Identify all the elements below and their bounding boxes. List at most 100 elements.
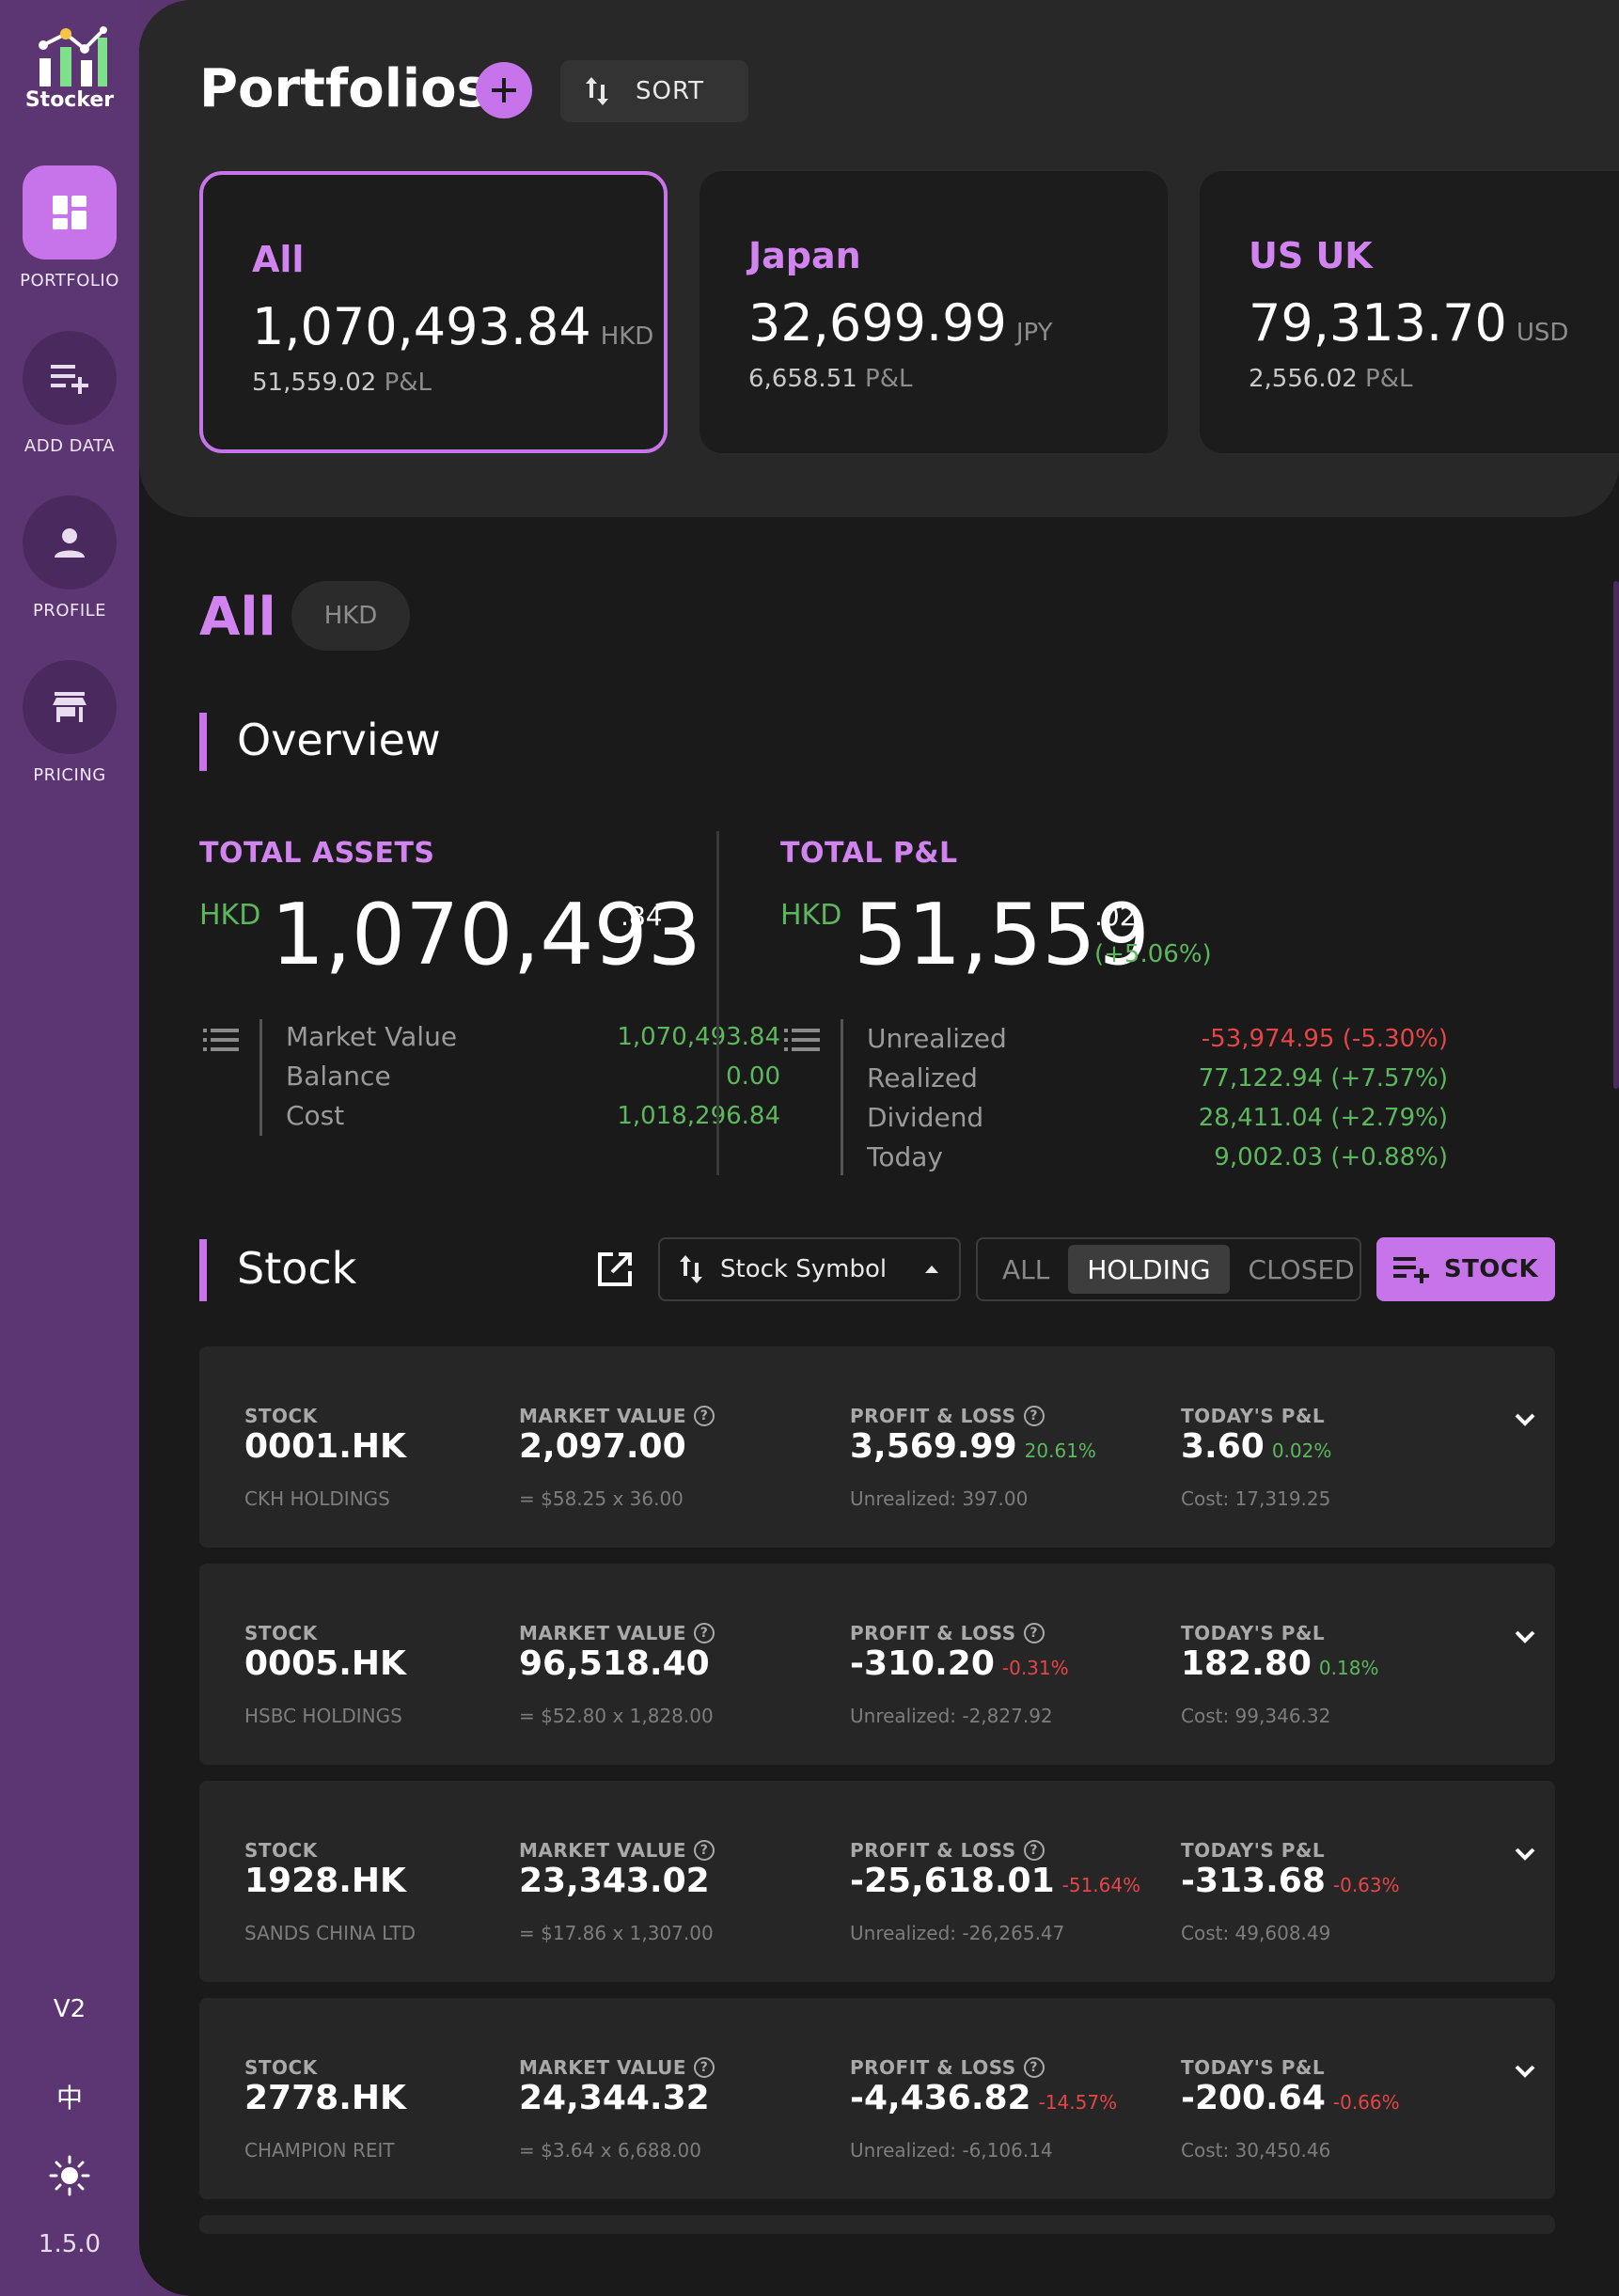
filter-all[interactable]: ALL <box>983 1245 1068 1294</box>
swap-vert-icon <box>586 77 608 105</box>
logo-chart-icon <box>39 26 107 86</box>
divider <box>841 1019 843 1175</box>
unrealized-label: Unrealized <box>867 1023 1007 1054</box>
sidebar-item-label: PRICING <box>33 765 106 785</box>
market-value-label: Market Value <box>286 1021 458 1052</box>
portfolio-value: 79,313.70 USD <box>1249 293 1569 353</box>
total-pl-percent: (+5.06%) <box>1094 940 1212 968</box>
stock-column-label: STOCK <box>244 1839 318 1862</box>
portfolio-card-japan[interactable]: Japan 32,699.99 JPY 6,658.51 P&L <box>699 171 1168 453</box>
balance-value: 0.00 <box>726 1062 780 1091</box>
help-icon[interactable]: ? <box>694 1623 715 1643</box>
stock-row[interactable]: STOCK 0001.HK CKH HOLDINGS MARKET VALUE?… <box>199 1346 1555 1548</box>
realized-value: 77,122.94 (+7.57%) <box>1198 1064 1448 1093</box>
dividend-label: Dividend <box>867 1102 984 1133</box>
stock-name: CKH HOLDINGS <box>244 1487 390 1510</box>
scrollbar[interactable] <box>1613 581 1619 1089</box>
today-pl-value: 182.80 0.18% <box>1181 1644 1379 1683</box>
pl-value: -25,618.01 -51.64% <box>850 1862 1141 1900</box>
today-pl-detail: Cost: 49,608.49 <box>1181 1922 1331 1944</box>
sidebar-item-label: ADD DATA <box>24 436 116 456</box>
playlist-add-icon <box>1392 1257 1429 1283</box>
sort-button[interactable]: SORT <box>560 60 748 122</box>
help-icon[interactable]: ? <box>1023 2057 1045 2078</box>
sort-field-select[interactable]: Stock Symbol <box>658 1237 961 1301</box>
pl-header: PROFIT & LOSS? <box>850 1622 1045 1644</box>
section-marker <box>199 713 207 771</box>
divider <box>259 1019 262 1136</box>
stock-symbol: 0005.HK <box>244 1644 406 1683</box>
today-pl-header: TODAY'S P&L <box>1181 2056 1326 2079</box>
total-assets-decimal: .84 <box>621 901 663 932</box>
portfolio-value: 32,699.99 JPY <box>748 293 1053 353</box>
market-value-header: MARKET VALUE? <box>519 1405 715 1427</box>
list-icon[interactable] <box>784 1027 822 1055</box>
stock-name: SANDS CHINA LTD <box>244 1922 417 1944</box>
market-value-header: MARKET VALUE? <box>519 1622 715 1644</box>
today-pl-detail: Cost: 17,319.25 <box>1181 1487 1331 1510</box>
chevron-down-icon[interactable] <box>1512 1841 1538 1867</box>
market-value: 24,344.32 <box>519 2079 710 2117</box>
pl-header: PROFIT & LOSS? <box>850 2056 1045 2079</box>
add-stock-button[interactable]: STOCK <box>1376 1237 1555 1301</box>
currency-chip[interactable]: HKD <box>291 581 410 651</box>
pl-detail: Unrealized: -6,106.14 <box>850 2139 1053 2162</box>
holding-filter: ALL HOLDING CLOSED <box>976 1237 1361 1301</box>
pl-header: PROFIT & LOSS? <box>850 1839 1045 1862</box>
portfolio-card-us-uk[interactable]: US UK 79,313.70 USD 2,556.02 P&L <box>1200 171 1619 453</box>
theme-toggle[interactable] <box>0 2155 139 2200</box>
version-switch[interactable]: V2 <box>0 1995 139 2023</box>
stock-symbol: 0001.HK <box>244 1427 406 1466</box>
market-value: 2,097.00 <box>519 1427 686 1466</box>
portfolio-pl: 6,658.51 P&L <box>748 365 913 393</box>
playlist-add-icon <box>51 365 88 394</box>
chevron-down-icon[interactable] <box>1512 1624 1538 1650</box>
dividend-value: 28,411.04 (+2.79%) <box>1198 1104 1448 1132</box>
sidebar: Stocker PORTFOLIO ADD DATA PROFILE PRICI… <box>0 0 139 2296</box>
stock-row[interactable]: STOCK 2778.HK CHAMPION REIT MARKET VALUE… <box>199 1998 1555 2199</box>
stock-row[interactable]: STOCK 0005.HK HSBC HOLDINGS MARKET VALUE… <box>199 1564 1555 1765</box>
filter-holding[interactable]: HOLDING <box>1068 1245 1230 1294</box>
filter-closed[interactable]: CLOSED <box>1230 1245 1374 1294</box>
stock-symbol: 1928.HK <box>244 1862 406 1900</box>
sun-icon <box>49 2155 90 2196</box>
market-value-detail: = $17.86 x 1,307.00 <box>519 1922 714 1944</box>
add-stock-label: STOCK <box>1443 1255 1539 1283</box>
pl-value: -310.20 -0.31% <box>850 1644 1069 1683</box>
app-version: 1.5.0 <box>38 2230 102 2258</box>
dashboard-icon <box>53 196 86 229</box>
stock-row[interactable]: STOCK 1928.HK SANDS CHINA LTD MARKET VAL… <box>199 1781 1555 1982</box>
help-icon[interactable]: ? <box>1023 1840 1045 1861</box>
chevron-down-icon[interactable] <box>1512 1407 1538 1433</box>
sidebar-item-label: PROFILE <box>32 601 107 621</box>
plus-icon <box>492 78 516 102</box>
pl-detail: Unrealized: 397.00 <box>850 1487 1029 1510</box>
today-pl-value: -200.64 -0.66% <box>1181 2079 1400 2117</box>
app-logo[interactable]: Stocker <box>21 26 118 120</box>
market-value: 1,070,493.84 <box>617 1023 780 1051</box>
portfolio-value: 1,070,493.84 HKD <box>252 297 654 356</box>
sidebar-item-portfolio[interactable]: PORTFOLIO <box>0 165 139 291</box>
stock-column-label: STOCK <box>244 1622 318 1644</box>
stock-column-label: STOCK <box>244 1405 318 1427</box>
add-portfolio-button[interactable] <box>476 62 532 118</box>
help-icon[interactable]: ? <box>1023 1623 1045 1643</box>
help-icon[interactable]: ? <box>1023 1406 1045 1426</box>
sidebar-item-profile[interactable]: PROFILE <box>0 495 139 621</box>
list-icon[interactable] <box>203 1027 241 1055</box>
stock-column-label: STOCK <box>244 2056 318 2079</box>
help-icon[interactable]: ? <box>694 2057 715 2078</box>
help-icon[interactable]: ? <box>694 1406 715 1426</box>
open-external-button[interactable] <box>596 1250 634 1288</box>
help-icon[interactable]: ? <box>694 1840 715 1861</box>
sidebar-item-pricing[interactable]: PRICING <box>0 660 139 785</box>
language-toggle[interactable]: 中 <box>0 2078 139 2115</box>
chevron-down-icon[interactable] <box>1512 2058 1538 2084</box>
today-pl-value: 3.60 0.02% <box>1181 1427 1332 1466</box>
stock-row[interactable] <box>199 2215 1555 2234</box>
portfolio-card-all[interactable]: All 1,070,493.84 HKD 51,559.02 P&L <box>199 171 668 453</box>
column-divider <box>716 831 719 1175</box>
total-pl-label: TOTAL P&L <box>780 837 958 870</box>
sidebar-item-add-data[interactable]: ADD DATA <box>0 331 139 456</box>
total-pl-currency: HKD <box>780 899 842 932</box>
